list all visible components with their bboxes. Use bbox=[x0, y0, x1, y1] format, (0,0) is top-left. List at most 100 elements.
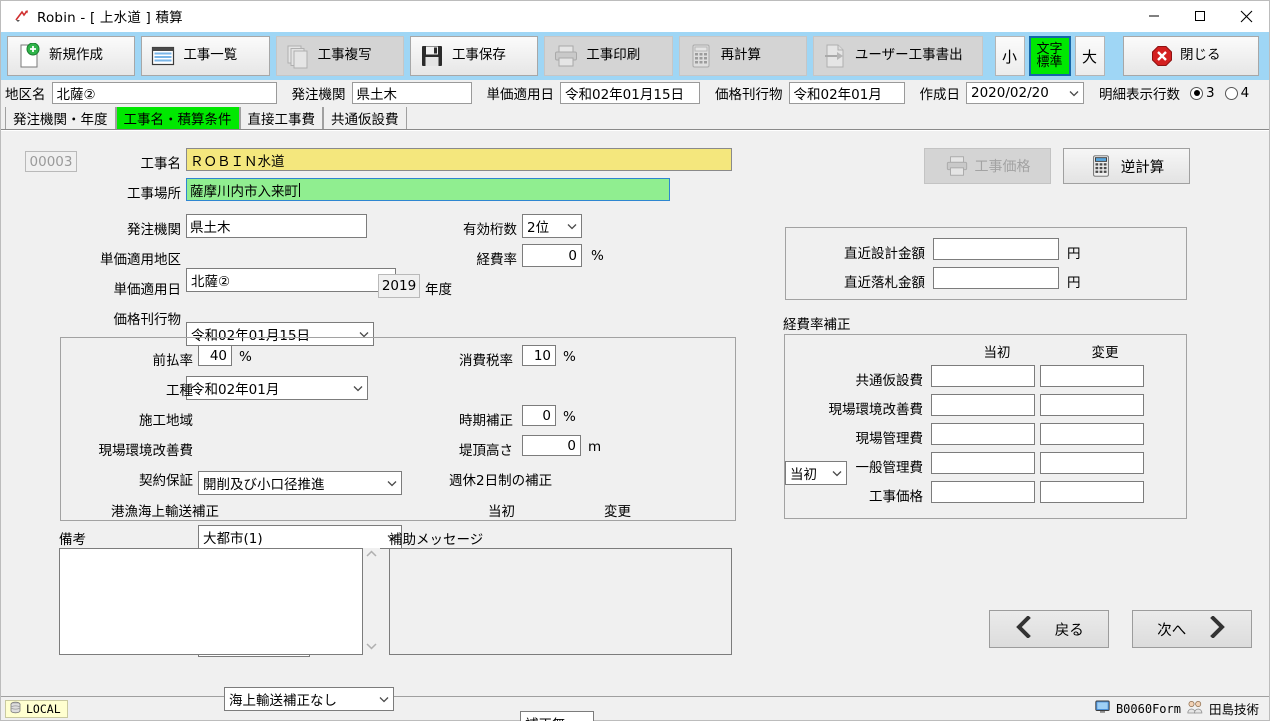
tax-rate-input[interactable]: 10 bbox=[522, 345, 556, 366]
digits-combo[interactable]: 2位 bbox=[522, 214, 582, 238]
prepay-rate-input[interactable]: 40 bbox=[198, 345, 232, 366]
agency-filter-input[interactable]: 県土木 bbox=[351, 82, 472, 104]
copy-project-button[interactable]: 工事複写 bbox=[275, 36, 404, 76]
rate-initial-input-3[interactable] bbox=[931, 452, 1035, 474]
reverse-calculation-button[interactable]: 逆計算 bbox=[1063, 148, 1190, 184]
unitprice-date-filter-value: 令和02年01月15日 bbox=[565, 87, 685, 103]
seasonal-correction-label: 時期補正 bbox=[459, 413, 513, 429]
tab-common-temp-cost[interactable]: 共通仮設費 bbox=[323, 107, 407, 129]
tab-project-conditions[interactable]: 工事名・積算条件 bbox=[115, 107, 240, 129]
price-pub-filter-input[interactable]: 令和02年01月 bbox=[788, 82, 905, 104]
recent-design-amount-input[interactable] bbox=[933, 238, 1059, 260]
scroll-down-icon[interactable] bbox=[366, 642, 377, 653]
table-row-label: 現場管理費 bbox=[855, 431, 924, 447]
agency-input[interactable]: 県土木 bbox=[186, 214, 367, 238]
two-day-initial-combo[interactable]: 補正無 bbox=[520, 711, 594, 721]
detail-rows-radio-4[interactable]: 4 bbox=[1224, 85, 1249, 101]
list-window-icon bbox=[150, 43, 176, 69]
rate-change-input-4[interactable] bbox=[1040, 481, 1144, 503]
font-small-label: 小 bbox=[1002, 47, 1018, 66]
project-list-button[interactable]: 工事一覧 bbox=[141, 36, 270, 76]
project-name-label: 工事名 bbox=[140, 156, 182, 172]
rate-initial-input-4[interactable] bbox=[931, 481, 1035, 503]
bank-height-input[interactable]: 0 bbox=[522, 435, 581, 456]
expense-rate-label: 経費率 bbox=[476, 252, 518, 268]
expense-rate-input[interactable]: 0 bbox=[522, 244, 582, 267]
recalculate-label: 再計算 bbox=[720, 47, 762, 64]
sea-transport-correction-combo[interactable]: 海上輸送補正なし bbox=[224, 687, 394, 711]
printer-icon bbox=[553, 43, 579, 69]
remarks-scrollbar[interactable] bbox=[363, 548, 380, 655]
rate-initial-input-0[interactable] bbox=[931, 365, 1035, 387]
font-standard-button[interactable]: 文字 標準 bbox=[1028, 36, 1071, 76]
work-type-value: 開削及び小口径推進 bbox=[203, 477, 325, 493]
form-id-label: B0060Form bbox=[1115, 701, 1181, 716]
tab-agency-year[interactable]: 発注機関・年度 bbox=[5, 107, 116, 129]
calculator-icon bbox=[1089, 154, 1113, 178]
new-project-button[interactable]: 新規作成 bbox=[7, 36, 136, 76]
work-type-label: 工種 bbox=[166, 383, 193, 399]
tab-agency-year-label: 発注機関・年度 bbox=[13, 112, 108, 128]
project-list-label: 工事一覧 bbox=[183, 47, 238, 64]
export-user-project-button[interactable]: ユーザー工事書出 bbox=[812, 36, 983, 76]
fiscal-year-display: 2019 bbox=[378, 274, 420, 298]
remarks-area bbox=[59, 548, 380, 655]
price-publication-label: 価格刊行物 bbox=[113, 312, 182, 328]
project-price-label: 工事価格 bbox=[974, 159, 1031, 175]
remarks-value bbox=[60, 549, 362, 553]
table-row-label: 現場環境改善費 bbox=[828, 402, 924, 418]
calculator-icon bbox=[688, 43, 714, 69]
export-user-project-label: ユーザー工事書出 bbox=[854, 47, 963, 64]
project-name-input[interactable]: ＲＯＢＩＮ水道 bbox=[186, 148, 732, 171]
back-button[interactable]: 戻る bbox=[989, 610, 1109, 648]
company-label: 田島技術 bbox=[1208, 702, 1259, 717]
recent-bid-amount-input[interactable] bbox=[933, 267, 1059, 289]
close-window-button[interactable]: 閉じる bbox=[1122, 36, 1259, 76]
chevron-down-icon bbox=[1067, 90, 1081, 97]
rate-change-input-3[interactable] bbox=[1040, 452, 1144, 474]
rate-change-input-1[interactable] bbox=[1040, 394, 1144, 416]
construction-area-value: 大都市(1) bbox=[203, 531, 263, 547]
radio-dot-on bbox=[1190, 86, 1203, 100]
unitprice-area-combo[interactable]: 北薩② bbox=[186, 268, 396, 292]
close-button[interactable] bbox=[1223, 1, 1269, 31]
scroll-up-icon[interactable] bbox=[366, 550, 377, 561]
minimize-button[interactable] bbox=[1131, 1, 1177, 31]
seasonal-correction-unit: % bbox=[563, 409, 576, 425]
save-project-button[interactable]: 工事保存 bbox=[409, 36, 539, 76]
print-project-button[interactable]: 工事印刷 bbox=[544, 36, 673, 76]
rate-initial-input-1[interactable] bbox=[931, 394, 1035, 416]
district-input[interactable]: 北薩② bbox=[51, 82, 277, 104]
construction-area-combo[interactable]: 大都市(1) bbox=[198, 525, 402, 549]
rate-change-input-0[interactable] bbox=[1040, 365, 1144, 387]
rate-correction-title: 経費率補正 bbox=[783, 317, 851, 333]
created-date-combo[interactable]: 2020/02/20 bbox=[966, 82, 1084, 104]
detail-rows-radio-3[interactable]: 3 bbox=[1190, 85, 1215, 101]
prepay-rate-label: 前払率 bbox=[152, 353, 194, 369]
font-small-button[interactable]: 小 bbox=[994, 36, 1025, 76]
detail-rows-option-3: 3 bbox=[1206, 85, 1215, 101]
tab-direct-cost-label: 直接工事費 bbox=[247, 112, 316, 128]
tab-direct-cost[interactable]: 直接工事費 bbox=[239, 107, 323, 129]
new-project-label: 新規作成 bbox=[49, 47, 103, 64]
agency-filter-value: 県土木 bbox=[356, 87, 398, 103]
maximize-button[interactable] bbox=[1177, 1, 1223, 31]
seasonal-correction-input[interactable]: 0 bbox=[522, 405, 556, 426]
floppy-save-icon bbox=[419, 43, 445, 69]
unitprice-date-filter-input[interactable]: 令和02年01月15日 bbox=[560, 82, 700, 104]
radio-dot-off bbox=[1224, 86, 1238, 100]
next-button[interactable]: 次へ bbox=[1132, 610, 1252, 648]
font-standard-line2: 標準 bbox=[1036, 55, 1063, 70]
rate-initial-input-2[interactable] bbox=[931, 423, 1035, 445]
two-day-initial-value: 補正無 bbox=[525, 713, 577, 721]
rate-change-input-2[interactable] bbox=[1040, 423, 1144, 445]
work-type-combo[interactable]: 開削及び小口径推進 bbox=[198, 471, 402, 495]
tax-rate-value: 10 bbox=[533, 347, 551, 364]
remarks-textarea[interactable] bbox=[59, 548, 363, 655]
recalculate-button[interactable]: 再計算 bbox=[678, 36, 807, 76]
digits-label: 有効桁数 bbox=[463, 222, 517, 238]
project-place-input[interactable]: 薩摩川内市入来町 bbox=[186, 178, 670, 201]
font-large-button[interactable]: 大 bbox=[1074, 36, 1105, 76]
status-right: B0060Form 田島技術 bbox=[1095, 699, 1265, 718]
project-price-button[interactable]: 工事価格 bbox=[924, 148, 1051, 184]
